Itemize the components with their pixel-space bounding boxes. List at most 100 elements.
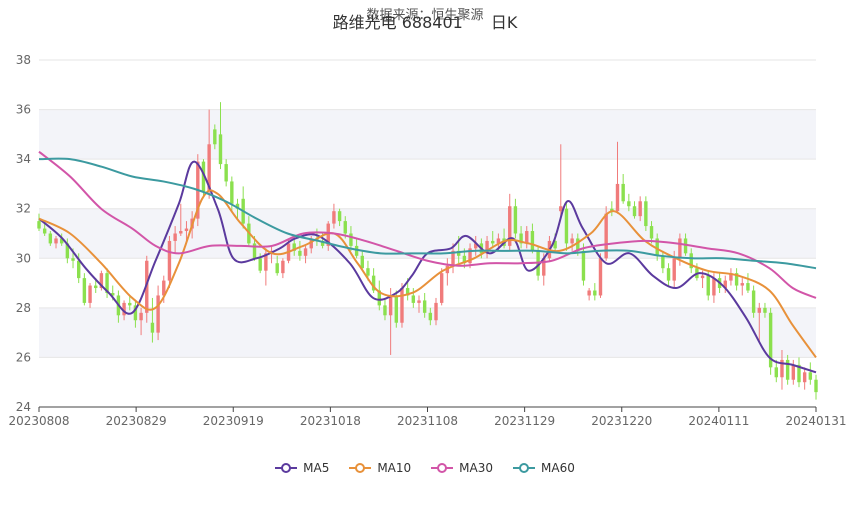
candle: [377, 280, 381, 311]
candle-body: [746, 283, 750, 291]
candle-body: [802, 372, 807, 383]
candle: [281, 258, 285, 279]
candle-body: [649, 226, 654, 239]
candle-body: [700, 275, 705, 279]
candle: [513, 198, 518, 239]
candle-body: [230, 181, 234, 204]
candle-body: [428, 312, 433, 321]
candle: [241, 186, 245, 229]
candle-body: [275, 263, 279, 274]
candle-body: [587, 290, 591, 296]
candle-body: [661, 255, 665, 269]
candle: [808, 362, 813, 385]
candle: [802, 367, 807, 390]
candle-body: [530, 231, 535, 251]
candle-body: [564, 208, 569, 244]
candle: [644, 196, 648, 232]
candle: [156, 285, 160, 341]
candle-body: [808, 372, 813, 380]
candle-body: [388, 295, 393, 316]
candle-body: [42, 228, 47, 234]
legend-marker-icon: [431, 463, 454, 473]
candle: [82, 273, 87, 306]
candle-body: [213, 129, 217, 145]
candle-body: [258, 258, 262, 271]
candle-body: [627, 201, 631, 207]
candle-body: [360, 255, 364, 269]
candle: [621, 174, 625, 204]
candle: [740, 278, 744, 296]
candle-body: [751, 290, 756, 313]
candle-body: [366, 268, 370, 276]
candle-body: [666, 268, 671, 281]
x-tick-label: 20230808: [8, 414, 69, 428]
candle-body: [712, 278, 716, 296]
x-tick-label: 20231108: [397, 414, 458, 428]
candle-body: [128, 302, 132, 306]
candle: [734, 268, 739, 291]
candle-body: [706, 275, 710, 296]
candle-body: [76, 260, 81, 279]
candle-body: [303, 248, 308, 256]
candle-body: [570, 238, 574, 244]
candle-body: [672, 258, 676, 281]
y-tick-label: 24: [16, 400, 31, 414]
candle: [303, 245, 308, 264]
candle-body: [814, 379, 818, 393]
legend-marker-icon: [349, 463, 372, 473]
candle-body: [332, 211, 336, 224]
candle-body: [417, 300, 421, 303]
x-tick-label: 20240111: [688, 414, 749, 428]
candle-body: [224, 164, 228, 182]
candle-body: [71, 258, 75, 261]
candle-body: [167, 240, 172, 281]
y-tick-label: 26: [16, 350, 31, 364]
x-tick-label: 20230829: [106, 414, 167, 428]
candle-body: [621, 183, 625, 202]
candle-body: [598, 258, 603, 296]
x-axis-ticks: 20230808 20230829 20230919 20231018 20231108…: [8, 407, 847, 428]
candle: [785, 354, 790, 385]
candlestick-chart: 24 26 28 30 32 34 36 38 20230808 20230829 2023091…: [8, 53, 847, 428]
x-tick-label: 20231220: [591, 414, 652, 428]
candle-body: [757, 307, 761, 313]
candle-body: [581, 250, 586, 281]
candle-body: [513, 206, 518, 234]
candle: [224, 159, 228, 187]
legend-label: MA60: [541, 461, 575, 475]
candle-body: [54, 238, 58, 244]
candle-body: [791, 364, 796, 380]
grid-bands: [39, 109, 816, 358]
candle-body: [281, 260, 285, 274]
legend-label: MA5: [303, 461, 330, 475]
candle-body: [184, 228, 189, 232]
candle: [746, 273, 750, 293]
candle: [445, 258, 450, 286]
x-tick-label: 20231018: [300, 414, 361, 428]
candle-body: [349, 233, 353, 246]
legend-label: MA10: [377, 461, 412, 475]
candle-body: [179, 231, 183, 234]
candle: [791, 359, 796, 385]
candle: [814, 374, 818, 400]
candle-body: [774, 367, 779, 378]
legend-item-ma30[interactable]: MA30: [431, 461, 493, 475]
legend-item-ma10[interactable]: MA10: [349, 461, 411, 475]
candle-body: [593, 290, 597, 296]
candle-body: [298, 250, 302, 256]
y-tick-label: 34: [16, 152, 31, 166]
candle-body: [383, 305, 387, 316]
candle: [768, 307, 773, 375]
candle-body: [763, 307, 767, 313]
y-tick-label: 32: [16, 202, 31, 216]
candle-body: [337, 211, 342, 222]
candle-body: [400, 288, 404, 323]
y-tick-label: 28: [16, 301, 31, 315]
candle-body: [94, 285, 98, 289]
legend-item-ma5[interactable]: MA5: [275, 461, 329, 475]
candle-body: [740, 283, 744, 286]
grid-band: [39, 109, 816, 160]
candle-body: [638, 201, 642, 217]
legend-item-ma60[interactable]: MA60: [513, 461, 575, 475]
candle-body: [615, 183, 620, 212]
